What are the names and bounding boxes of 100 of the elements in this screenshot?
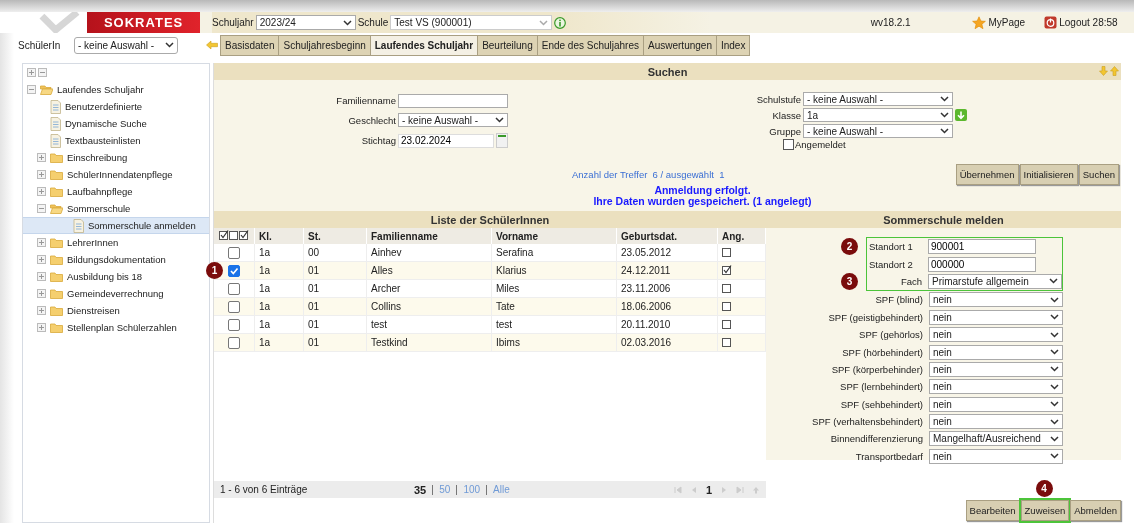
field-label: SPF (geistigbehindert): [827, 311, 923, 323]
button[interactable]: Suchen: [1078, 164, 1119, 185]
expand-all-icon[interactable]: [27, 68, 36, 77]
date-field[interactable]: 23.02.2024: [398, 133, 494, 148]
row-checkbox[interactable]: [228, 300, 240, 313]
dropdown[interactable]: nein: [929, 361, 1063, 377]
dropdown[interactable]: nein: [929, 292, 1063, 308]
tab[interactable]: Auswertungen: [643, 34, 717, 56]
collapse-all-icon[interactable]: [38, 68, 47, 77]
row-checkbox[interactable]: [228, 246, 240, 259]
dropdown[interactable]: Mangelhaft/Ausreichend: [929, 431, 1063, 447]
section-title: Sommerschule melden: [883, 213, 1004, 226]
step-badge: 3: [841, 272, 858, 290]
dropdown[interactable]: - keine Auswahl -: [803, 92, 953, 106]
dropdown[interactable]: nein: [929, 448, 1063, 464]
tab[interactable]: Index: [715, 34, 751, 56]
expand-icon[interactable]: [37, 272, 46, 281]
last-page-icon[interactable]: [736, 485, 744, 494]
tree-item[interactable]: Laufbahnpflege: [23, 183, 209, 200]
text-field[interactable]: 900001: [928, 239, 1036, 255]
tree-item[interactable]: Einschreibung: [23, 149, 209, 166]
expand-icon[interactable]: [37, 238, 46, 247]
checkbox-option[interactable]: Angemeldet: [783, 139, 969, 150]
row-checkbox[interactable]: [228, 282, 240, 295]
dropdown[interactable]: nein: [929, 327, 1063, 343]
expand-icon[interactable]: [37, 255, 46, 264]
first-page-icon[interactable]: [673, 485, 682, 494]
arrow-up-icon[interactable]: [1110, 66, 1119, 76]
info-icon[interactable]: [554, 16, 567, 29]
arrow-down-icon[interactable]: [1099, 66, 1108, 76]
text-field[interactable]: 000000: [928, 256, 1036, 272]
tree-item[interactable]: Gemeindeverrechnung: [23, 285, 209, 302]
tree-item[interactable]: Dynamische Suche: [23, 115, 209, 132]
mypage-link[interactable]: MyPage: [988, 17, 1026, 28]
tree-item[interactable]: SchülerInnendatenpflege: [23, 166, 209, 183]
expand-icon[interactable]: [37, 170, 46, 179]
column-header[interactable]: Vorname: [491, 228, 617, 244]
tree-item[interactable]: Sommerschule: [23, 200, 209, 217]
tab[interactable]: Ende des Schuljahres: [536, 34, 644, 56]
expand-icon[interactable]: [37, 306, 46, 315]
dropdown[interactable]: nein: [929, 396, 1063, 412]
column-header[interactable]: Familienname: [366, 228, 492, 244]
tab[interactable]: Basisdaten: [220, 34, 280, 56]
expand-icon[interactable]: [37, 323, 46, 332]
checked-box-icon[interactable]: [239, 230, 249, 240]
star-icon[interactable]: [972, 15, 987, 30]
column-header[interactable]: Kl.: [254, 228, 304, 244]
calendar-icon[interactable]: [496, 133, 508, 149]
expand-icon[interactable]: [37, 289, 46, 298]
button[interactable]: Initialisieren: [1019, 164, 1078, 185]
tree-item[interactable]: Textbausteinlisten: [23, 132, 209, 149]
student-dropdown[interactable]: - keine Auswahl -: [74, 36, 178, 54]
download-icon[interactable]: [955, 109, 967, 121]
dropdown[interactable]: - keine Auswahl -: [398, 113, 508, 128]
tree-item[interactable]: LehrerInnen: [23, 234, 209, 251]
column-header[interactable]: St.: [303, 228, 367, 244]
dropdown[interactable]: nein: [929, 379, 1063, 395]
tree-item[interactable]: Bildungsdokumentation: [23, 251, 209, 268]
button[interactable]: Zuweisen: [1020, 500, 1070, 521]
next-page-icon[interactable]: [720, 485, 728, 494]
row-checkbox[interactable]: [228, 264, 240, 277]
logout-link[interactable]: Logout 28:58: [1059, 17, 1118, 28]
tree-item[interactable]: Laufendes Schuljahr: [23, 81, 209, 98]
expand-icon[interactable]: [37, 153, 46, 162]
tab[interactable]: Schuljahresbeginn: [278, 34, 371, 56]
power-icon[interactable]: [1044, 16, 1058, 29]
tree-item[interactable]: Sommerschule anmelden: [23, 217, 209, 234]
dropdown[interactable]: Primarstufe allgemein: [928, 273, 1062, 289]
button[interactable]: Bearbeiten: [965, 500, 1020, 521]
collapse-icon[interactable]: [27, 85, 36, 94]
tree-item[interactable]: Ausbildung bis 18: [23, 268, 209, 285]
row-checkbox[interactable]: [228, 318, 240, 331]
expand-icon[interactable]: [37, 187, 46, 196]
tab[interactable]: Laufendes Schuljahr: [369, 34, 479, 56]
column-header[interactable]: Geburtsdat.: [616, 228, 718, 244]
tab[interactable]: Beurteilung: [477, 34, 538, 56]
school-year-dropdown[interactable]: 2023/24: [255, 15, 356, 30]
scroll-top-icon[interactable]: [752, 485, 760, 494]
checked-box-icon[interactable]: [219, 230, 229, 240]
chevron-icon: [165, 42, 174, 48]
text-field[interactable]: [398, 93, 508, 108]
row-checkbox[interactable]: [228, 336, 240, 349]
table-cell: 1a: [254, 244, 304, 262]
dropdown[interactable]: nein: [929, 309, 1063, 325]
field-label: Standort 1: [868, 241, 914, 253]
dropdown[interactable]: nein: [929, 344, 1063, 360]
dropdown[interactable]: nein: [929, 414, 1063, 430]
dropdown[interactable]: 1a: [803, 108, 953, 122]
collapse-icon[interactable]: [37, 204, 46, 213]
column-header[interactable]: Ang.: [717, 228, 766, 244]
button[interactable]: Übernehmen: [955, 164, 1019, 185]
tree-item[interactable]: Stellenplan Schülerzahlen: [23, 319, 209, 336]
tree-item[interactable]: Benutzerdefinierte: [23, 98, 209, 115]
school-dropdown[interactable]: Test VS (900001): [390, 15, 553, 30]
button[interactable]: Abmelden: [1070, 500, 1121, 521]
table-cell: 01: [303, 315, 367, 334]
arrow-left-icon[interactable]: [206, 40, 218, 50]
dropdown[interactable]: - keine Auswahl -: [803, 124, 953, 138]
tree-item[interactable]: Dienstreisen: [23, 302, 209, 319]
page-size-link[interactable]: 35: [414, 483, 427, 496]
